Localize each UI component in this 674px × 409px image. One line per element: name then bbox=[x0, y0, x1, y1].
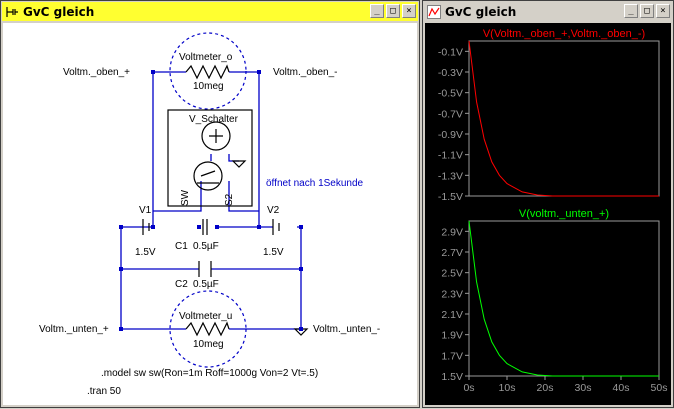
close-button[interactable]: × bbox=[656, 4, 670, 18]
voltmeter-oben-value: 10meg bbox=[193, 81, 224, 92]
close-button[interactable]: × bbox=[402, 4, 416, 18]
wire bbox=[210, 154, 239, 162]
switch-s2-label: S2 bbox=[224, 193, 235, 206]
y-tick-label: 2.7V bbox=[441, 247, 463, 259]
schematic-canvas[interactable]: Voltm._oben_+ Voltm._oben_- Voltm._unten… bbox=[3, 23, 417, 405]
y-tick-label: 2.9V bbox=[441, 226, 463, 238]
battery-v2 bbox=[272, 219, 280, 235]
net-label-unten-minus: Voltm._unten_- bbox=[313, 324, 380, 335]
schematic-titlebar[interactable]: GvC gleich _ □ × bbox=[2, 2, 418, 21]
y-tick-label: -1.5V bbox=[438, 191, 463, 203]
schematic-drawing: Voltm._oben_+ Voltm._oben_- Voltm._unten… bbox=[39, 32, 380, 397]
schematic-window[interactable]: GvC gleich _ □ × Voltm._oben_+ Voltm._ob… bbox=[0, 0, 420, 408]
waveform-plots: V(Voltm._oben_+,Voltm._oben_-) -0.1V -0.3V… bbox=[438, 28, 668, 394]
v1-value: 1.5V bbox=[135, 247, 156, 258]
x-tick-label: 30s bbox=[575, 382, 592, 394]
trace-title: V(voltm._unten_+) bbox=[519, 208, 609, 220]
net-label-oben-plus: Voltm._oben_+ bbox=[63, 67, 130, 78]
y-tick-label: 2.1V bbox=[441, 309, 463, 321]
plot-titlebar[interactable]: GvC gleich _ □ × bbox=[424, 2, 672, 21]
minimize-button[interactable]: _ bbox=[370, 4, 384, 18]
plot-title: GvC gleich bbox=[445, 4, 517, 19]
y-tick-label: 2.3V bbox=[441, 288, 463, 300]
x-tick-label: 20s bbox=[537, 382, 554, 394]
net-label-unten-plus: Voltm._unten_+ bbox=[39, 324, 109, 335]
x-tick-label: 10s bbox=[499, 382, 516, 394]
ground-symbol bbox=[231, 160, 247, 168]
y-tick-label: 1.7V bbox=[441, 350, 463, 362]
c2-value: 0.5µF bbox=[193, 279, 219, 290]
y-tick-label: 1.9V bbox=[441, 330, 463, 342]
c2-name: C2 bbox=[175, 279, 188, 290]
switch-name: V_Schalter bbox=[189, 114, 239, 125]
schematic-title: GvC gleich bbox=[23, 4, 95, 19]
y-tick-label: -0.7V bbox=[438, 108, 463, 120]
net-label-oben-minus: Voltm._oben_- bbox=[273, 67, 338, 78]
series-line bbox=[468, 220, 659, 377]
tran-directive: .tran 50 bbox=[87, 386, 121, 397]
v2-name: V2 bbox=[267, 205, 280, 216]
y-tick-label: -0.1V bbox=[438, 46, 463, 58]
plot-canvas[interactable]: V(Voltm._oben_+,Voltm._oben_-) -0.1V -0.3V… bbox=[425, 23, 671, 405]
trace-title: V(Voltm._oben_+,Voltm._oben_-) bbox=[483, 28, 645, 40]
maximize-button[interactable]: □ bbox=[386, 4, 400, 18]
y-tick-label: -0.9V bbox=[438, 129, 463, 141]
y-tick-label: -0.5V bbox=[438, 88, 463, 100]
x-tick-label: 40s bbox=[613, 382, 630, 394]
switch-sw-label: SW bbox=[180, 189, 191, 206]
switch-circle bbox=[193, 161, 223, 191]
model-directive: .model sw sw(Ron=1m Roff=1000g Von=2 Vt=… bbox=[101, 368, 318, 379]
minimize-button[interactable]: _ bbox=[624, 4, 638, 18]
voltmeter-oben-name: Voltmeter_o bbox=[179, 52, 233, 63]
wire bbox=[152, 72, 260, 227]
resistor-bottom bbox=[185, 321, 230, 337]
capacitor-c2 bbox=[198, 261, 212, 277]
series-line bbox=[468, 40, 659, 197]
resistor-top bbox=[185, 64, 230, 80]
y-tick-label: -1.3V bbox=[438, 170, 463, 182]
y-tick-label: 1.5V bbox=[441, 371, 463, 383]
v2-value: 1.5V bbox=[263, 247, 284, 258]
plot-window[interactable]: GvC gleich _ □ × V(Voltm._oben_+,Voltm._… bbox=[422, 0, 674, 408]
voltmeter-unten-name: Voltmeter_u bbox=[179, 311, 232, 322]
c1-value: 0.5µF bbox=[193, 241, 219, 252]
maximize-button[interactable]: □ bbox=[640, 4, 654, 18]
y-tick-label: -0.3V bbox=[438, 67, 463, 79]
y-tick-label: 2.5V bbox=[441, 268, 463, 280]
c1-name: C1 bbox=[175, 241, 188, 252]
v1-name: V1 bbox=[139, 205, 152, 216]
schematic-icon bbox=[6, 6, 18, 17]
switch-note: öffnet nach 1Sekunde bbox=[266, 178, 364, 189]
x-tick-label: 50s bbox=[651, 382, 668, 394]
x-tick-label: 0s bbox=[463, 382, 474, 394]
waveform-icon bbox=[427, 4, 441, 19]
voltmeter-unten-value: 10meg bbox=[193, 339, 224, 350]
y-tick-label: -1.1V bbox=[438, 150, 463, 162]
capacitor-c1 bbox=[202, 219, 208, 235]
